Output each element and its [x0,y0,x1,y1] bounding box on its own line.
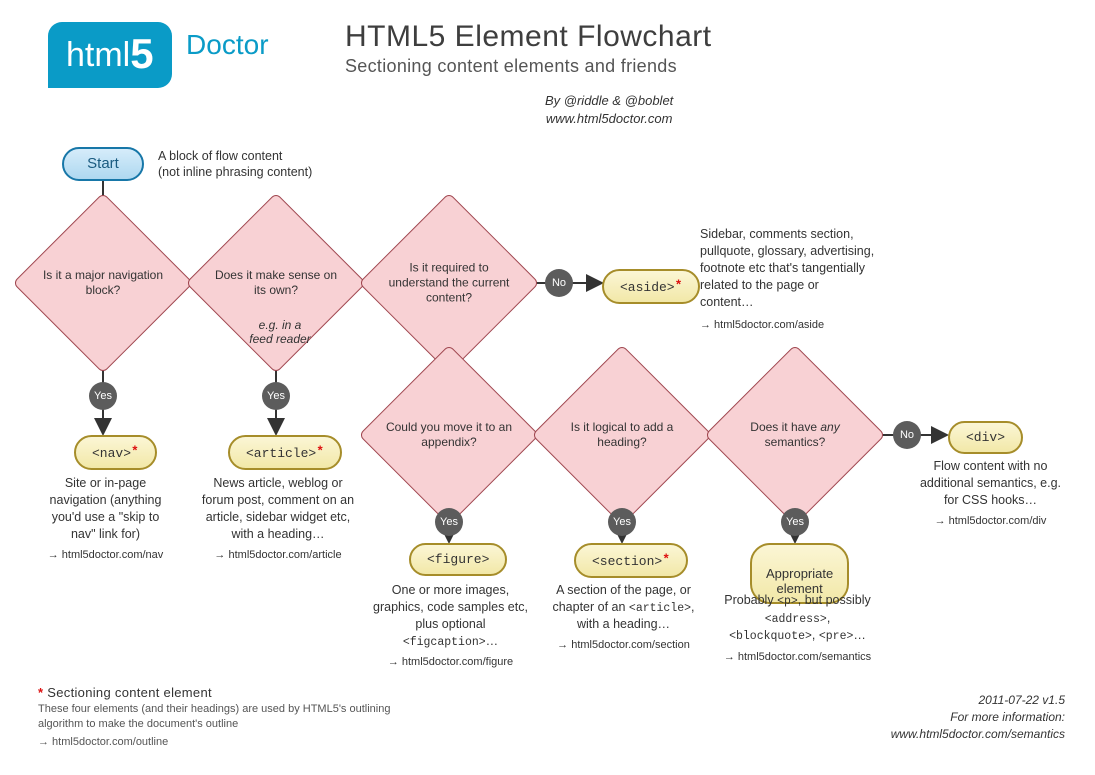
desc-article: News article, weblog or forum post, comm… [198,475,358,562]
desc-nav: Site or in-page navigation (anything you… [38,475,173,562]
decision-nav-block-label: Is it a major navigation block? [36,268,171,298]
decision-heading-label: Is it logical to add a heading? [555,420,690,450]
decision-standalone-note: e.g. in a feed reader [240,318,320,346]
footer-more: For more information: [891,709,1065,726]
desc-appropriate: Probably <p>, but possibly <address>, <b… [720,592,875,664]
desc-aside: Sidebar, comments section, pullquote, gl… [700,226,875,333]
badge-yes-d2: Yes [262,382,290,410]
asterisk-icon: * [675,278,683,293]
decision-heading: Is it logical to add a heading? [558,371,686,499]
desc-figure-text: One or more images, graphics, code sampl… [373,582,528,650]
decision-semantics: Does it have any semantics? [731,371,859,499]
page-title: HTML5 Element Flowchart [345,20,712,54]
terminal-div-text: <div> [966,430,1005,445]
terminal-figure: <figure> [409,543,507,576]
desc-section: A section of the page, or chapter of an … [546,582,701,653]
terminal-nav: <nav>* [74,435,157,470]
desc-section-link: → html5doctor.com/section [546,638,701,653]
badge-yes-d6: Yes [781,508,809,536]
logo: html5 Doctor [48,22,269,88]
badge-yes-d5: Yes [608,508,636,536]
asterisk-icon: * [131,444,139,459]
desc-div-link: → html5doctor.com/div [913,514,1068,529]
start-note-text: A block of flow content (not inline phra… [158,149,312,179]
logo-badge: html5 [48,22,172,88]
footer-url: www.html5doctor.com/semantics [891,726,1065,743]
terminal-section: <section>* [574,543,688,578]
logo-five: 5 [130,30,153,77]
badge-yes-d1: Yes [89,382,117,410]
asterisk-icon: * [662,552,670,567]
terminal-div: <div> [948,421,1023,454]
desc-aside-link: → html5doctor.com/aside [700,318,875,333]
desc-figure-link: → html5doctor.com/figure [373,655,528,670]
legend: * Sectioning content element These four … [38,685,398,750]
desc-div: Flow content with no additional semantic… [913,458,1068,528]
start-note: A block of flow content (not inline phra… [158,148,312,181]
legend-link: → html5doctor.com/outline [38,735,398,750]
badge-no-d3: No [545,269,573,297]
badge-yes-d4: Yes [435,508,463,536]
decision-appendix: Could you move it to an appendix? [385,371,513,499]
terminal-article: <article>* [228,435,342,470]
asterisk-icon: * [316,444,324,459]
terminal-nav-text: <nav> [92,446,131,461]
asterisk-icon: * [38,685,43,700]
footer: 2011-07-22 v1.5 For more information: ww… [891,692,1065,742]
desc-nav-link: → html5doctor.com/nav [38,548,173,563]
byline-url: www.html5doctor.com [545,110,673,128]
badge-no-d6: No [893,421,921,449]
legend-title: * Sectioning content element [38,685,398,700]
decision-nav-block: Is it a major navigation block? [39,219,167,347]
footer-date: 2011-07-22 v1.5 [891,692,1065,709]
byline-authors: By @riddle & @boblet [545,92,673,110]
terminal-aside-text: <aside> [620,280,675,295]
decision-required-label: Is it required to understand the current… [382,261,517,306]
logo-doctor: Doctor [186,29,268,61]
desc-appropriate-link: → html5doctor.com/semantics [720,650,875,665]
decision-required: Is it required to understand the current… [385,219,513,347]
byline: By @riddle & @boblet www.html5doctor.com [545,92,673,127]
logo-html: html [66,36,130,74]
desc-aside-text: Sidebar, comments section, pullquote, gl… [700,226,875,310]
decision-semantics-label: Does it have any semantics? [728,420,863,450]
decision-appendix-label: Could you move it to an appendix? [382,420,517,450]
desc-nav-text: Site or in-page navigation (anything you… [38,475,173,543]
terminal-aside: <aside>* [602,269,700,304]
desc-appropriate-text: Probably <p>, but possibly <address>, <b… [720,592,875,645]
desc-article-text: News article, weblog or forum post, comm… [198,475,358,543]
start-node: Start [62,147,144,181]
desc-section-text: A section of the page, or chapter of an … [546,582,701,633]
terminal-section-text: <section> [592,554,662,569]
start-label: Start [87,155,119,172]
desc-article-link: → html5doctor.com/article [198,548,358,563]
desc-div-text: Flow content with no additional semantic… [913,458,1068,509]
terminal-figure-text: <figure> [427,552,489,567]
terminal-article-text: <article> [246,446,316,461]
desc-figure: One or more images, graphics, code sampl… [373,582,528,670]
page-subtitle: Sectioning content elements and friends [345,56,677,77]
decision-standalone-label: Does it make sense on its own? [209,268,344,298]
legend-body: These four elements (and their headings)… [38,702,398,733]
